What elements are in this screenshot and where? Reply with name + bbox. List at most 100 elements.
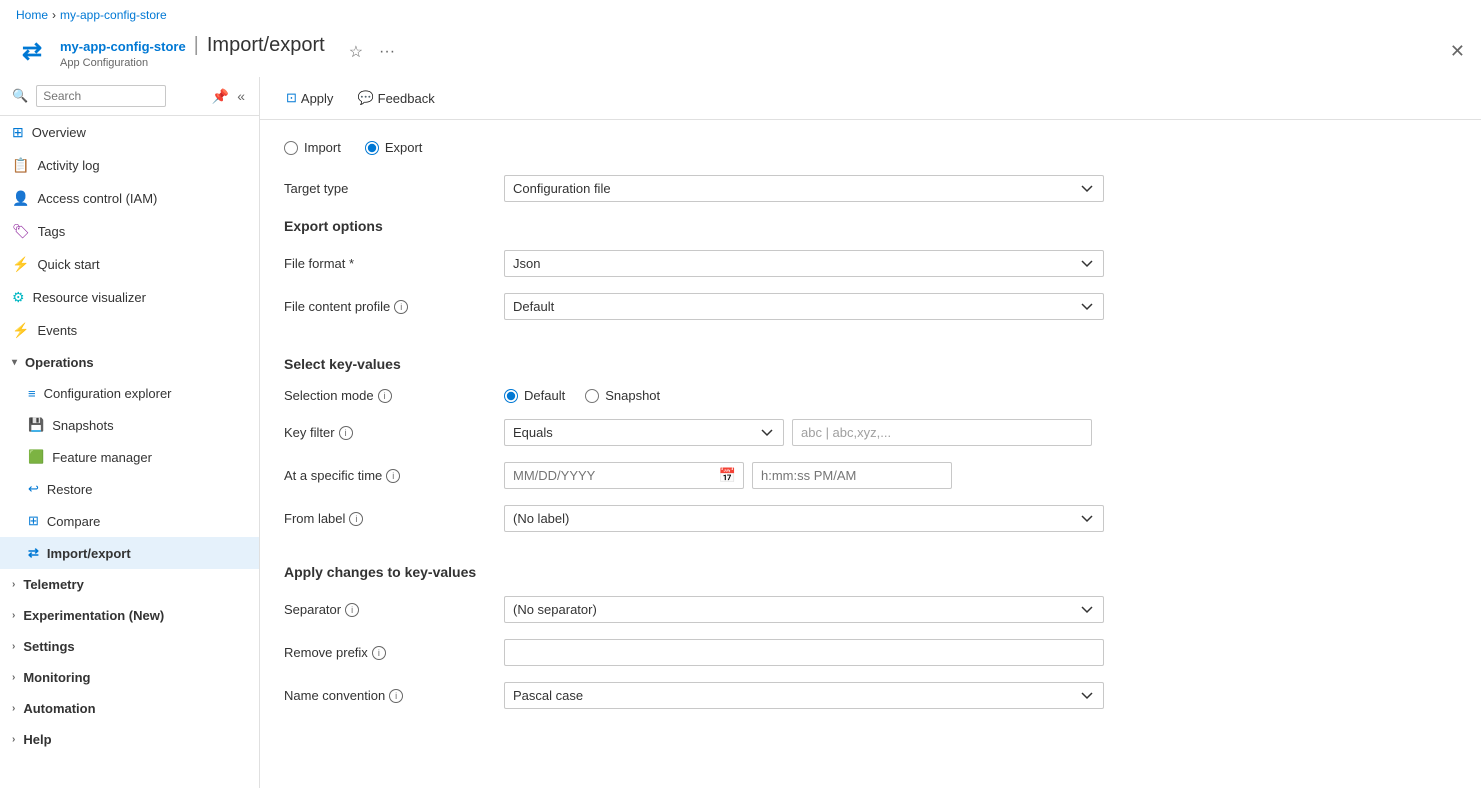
more-options-button[interactable]: ··· (375, 39, 399, 65)
automation-label: Automation (23, 701, 95, 716)
sidebar-group-settings[interactable]: Settings (0, 631, 259, 662)
apply-button[interactable]: ⊡ Apply (276, 85, 343, 111)
events-icon: ⚡ (12, 322, 29, 339)
selection-mode-default-option[interactable]: Default (504, 388, 565, 403)
from-label-info-icon[interactable]: i (349, 512, 363, 526)
remove-prefix-info-icon[interactable]: i (372, 646, 386, 660)
apply-icon: ⊡ (286, 90, 297, 106)
sidebar-item-label: Snapshots (52, 418, 113, 433)
from-label-select[interactable]: (No label) (504, 505, 1104, 532)
page-icon: ⇄ (16, 36, 48, 68)
file-format-control: Json Yaml Properties (504, 250, 1104, 277)
automation-chevron (12, 703, 15, 714)
at-specific-time-control: 📅 (504, 462, 1104, 489)
file-content-profile-info-icon[interactable]: i (394, 300, 408, 314)
sidebar-item-label: Configuration explorer (44, 386, 172, 401)
telemetry-label: Telemetry (23, 577, 83, 592)
breadcrumb-resource[interactable]: my-app-config-store (60, 8, 167, 22)
separator-info-icon[interactable]: i (345, 603, 359, 617)
quick-start-icon: ⚡ (12, 256, 29, 273)
sidebar-item-label: Restore (47, 482, 93, 497)
target-type-row: Target type Configuration file App Servi… (284, 175, 1336, 202)
export-option[interactable]: Export (365, 140, 423, 155)
remove-prefix-control (504, 639, 1104, 666)
file-content-profile-select[interactable]: Default KVSet (504, 293, 1104, 320)
export-radio[interactable] (365, 141, 379, 155)
at-specific-time-row: At a specific time i 📅 (284, 462, 1336, 489)
name-convention-select[interactable]: Pascal case Camel case Upper case Lower … (504, 682, 1104, 709)
page-header: ⇄ my-app-config-store | Import/export Ap… (0, 30, 1481, 77)
calendar-icon[interactable]: 📅 (719, 467, 736, 484)
sidebar-item-configuration-explorer[interactable]: ≡ Configuration explorer (0, 378, 259, 409)
selection-mode-snapshot-radio[interactable] (585, 389, 599, 403)
selection-mode-info-icon[interactable]: i (378, 389, 392, 403)
resource-visualizer-icon: ⚙ (12, 289, 25, 306)
sidebar-item-label: Import/export (47, 546, 131, 561)
pin-icon[interactable]: 📌 (210, 86, 231, 107)
selection-mode-control: Default Snapshot (504, 388, 1104, 403)
import-radio[interactable] (284, 141, 298, 155)
sidebar-group-telemetry[interactable]: Telemetry (0, 569, 259, 600)
favorite-button[interactable]: ☆ (345, 38, 367, 66)
at-specific-time-info-icon[interactable]: i (386, 469, 400, 483)
key-filter-operator-select[interactable]: Equals Starts with Contains (504, 419, 784, 446)
target-type-select[interactable]: Configuration file App Service Azure Kub… (504, 175, 1104, 202)
sidebar-item-restore[interactable]: ↩ Restore (0, 473, 259, 505)
settings-label: Settings (23, 639, 74, 654)
overview-icon: ⊞ (12, 124, 24, 141)
remove-prefix-row: Remove prefix i (284, 639, 1336, 666)
key-filter-info-icon[interactable]: i (339, 426, 353, 440)
sidebar-group-experimentation[interactable]: Experimentation (New) (0, 600, 259, 631)
time-input[interactable] (752, 462, 952, 489)
sidebar-item-events[interactable]: ⚡ Events (0, 314, 259, 347)
name-convention-row: Name convention i Pascal case Camel case… (284, 682, 1336, 709)
apply-label: Apply (301, 91, 334, 106)
sidebar-item-compare[interactable]: ⊞ Compare (0, 505, 259, 537)
date-input[interactable] (504, 462, 744, 489)
sidebar-item-label: Overview (32, 125, 86, 140)
selection-mode-row: Selection mode i Default Snapshot (284, 388, 1336, 403)
header-subtitle: App Configuration (60, 57, 325, 69)
remove-prefix-input[interactable] (504, 639, 1104, 666)
sidebar-group-operations[interactable]: Operations (0, 347, 259, 378)
close-button[interactable]: ✕ (1450, 41, 1465, 62)
sidebar-item-resource-visualizer[interactable]: ⚙ Resource visualizer (0, 281, 259, 314)
import-option[interactable]: Import (284, 140, 341, 155)
sidebar-group-monitoring[interactable]: Monitoring (0, 662, 259, 693)
config-explorer-icon: ≡ (28, 386, 36, 401)
monitoring-chevron (12, 672, 15, 683)
sidebar-item-import-export[interactable]: ⇄ Import/export (0, 537, 259, 569)
search-input[interactable] (36, 85, 166, 107)
file-format-select[interactable]: Json Yaml Properties (504, 250, 1104, 277)
sidebar-item-tags[interactable]: 🏷 Tags (0, 215, 259, 248)
name-convention-info-icon[interactable]: i (389, 689, 403, 703)
separator-select[interactable]: (No separator) . / : (504, 596, 1104, 623)
help-chevron (12, 734, 15, 745)
sidebar-item-activity-log[interactable]: 📋 Activity log (0, 149, 259, 182)
collapse-icon[interactable]: « (235, 86, 247, 107)
sidebar-group-automation[interactable]: Automation (0, 693, 259, 724)
compare-icon: ⊞ (28, 513, 39, 529)
sidebar-item-snapshots[interactable]: 💾 Snapshots (0, 409, 259, 441)
sidebar: 🔍 📌 « ⊞ Overview 📋 Activity log 👤 Access… (0, 77, 260, 788)
key-filter-value-input[interactable] (792, 419, 1092, 446)
sidebar-item-feature-manager[interactable]: 🟩 Feature manager (0, 441, 259, 473)
selection-mode-snapshot-option[interactable]: Snapshot (585, 388, 660, 403)
file-content-profile-row: File content profile i Default KVSet (284, 293, 1336, 320)
settings-chevron (12, 641, 15, 652)
sidebar-item-access-control[interactable]: 👤 Access control (IAM) (0, 182, 259, 215)
selection-mode-default-radio[interactable] (504, 389, 518, 403)
sidebar-group-help[interactable]: Help (0, 724, 259, 755)
toolbar: ⊡ Apply 💬 Feedback (260, 77, 1481, 120)
feedback-button[interactable]: 💬 Feedback (347, 85, 444, 111)
header-resource-name: my-app-config-store (60, 39, 186, 54)
breadcrumb-home[interactable]: Home (16, 8, 48, 22)
sidebar-item-overview[interactable]: ⊞ Overview (0, 116, 259, 149)
tags-icon: 🏷 (12, 223, 30, 240)
key-filter-control: Equals Starts with Contains (504, 419, 1104, 446)
apply-changes-title: Apply changes to key-values (284, 564, 1336, 580)
date-input-wrap: 📅 (504, 462, 744, 489)
separator-row: Separator i (No separator) . / : (284, 596, 1336, 623)
from-label-control: (No label) (504, 505, 1104, 532)
sidebar-item-quick-start[interactable]: ⚡ Quick start (0, 248, 259, 281)
